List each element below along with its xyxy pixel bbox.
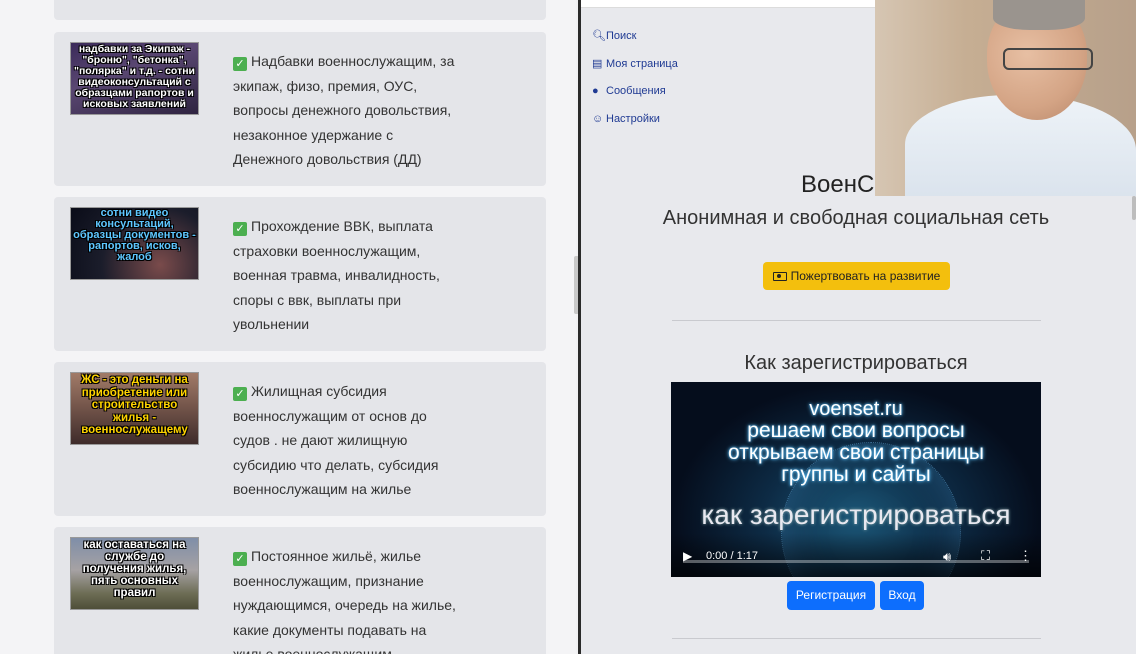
card-allowances[interactable]: надбавки за Экипаж - "броню", "бетонка",… (54, 32, 546, 186)
card-partial (54, 0, 546, 20)
video-caption: voenset.ru (809, 398, 903, 420)
nav-messages-label: Сообщения (606, 85, 666, 97)
video-player[interactable]: voenset.ru решаем свои вопросы открываем… (671, 382, 1041, 577)
money-icon (772, 272, 787, 281)
check-mark-icon: ✓ (233, 387, 247, 401)
webcam-person-glasses (1003, 48, 1093, 70)
card-housing-subsidy[interactable]: ЖС - это деньги на приобретение или стро… (54, 362, 546, 516)
webcam-overlay (875, 0, 1136, 196)
nav-my-page[interactable]: ▤ Моя страница (592, 57, 678, 70)
card-description-text: Прохождение ВВК, выплата страховки военн… (233, 218, 440, 332)
video-caption: решаем свои вопросы (747, 419, 965, 442)
card-description-text: Жилищная субсидия военнослужащим от осно… (233, 383, 439, 497)
thumbnail-text: сотни видео консультаций, образцы докуме… (73, 207, 196, 263)
donate-button[interactable]: Пожертвовать на развитие (763, 262, 950, 290)
video-caption: как зарегистрироваться (701, 499, 1011, 530)
user-cog-icon: ☺ (592, 113, 604, 125)
site-subtitle: Анонимная и свободная социальная сеть (662, 207, 1050, 229)
thumbnail-text: ЖС - это деньги на приобретение или стро… (81, 374, 188, 436)
left-pane: надбавки за Экипаж - "броню", "бетонка",… (0, 0, 576, 654)
card-description-text: Надбавки военнослужащим, за экипаж, физо… (233, 53, 455, 167)
thumbnail-text: надбавки за Экипаж - "броню", "бетонка",… (73, 43, 196, 110)
card-thumbnail[interactable]: надбавки за Экипаж - "броню", "бетонка",… (70, 42, 199, 115)
card-description: ✓ Прохождение ВВК, выплата страховки воен… (233, 214, 463, 337)
right-scrollbar-thumb[interactable] (1132, 196, 1136, 220)
thumbnail-text: как оставаться на службе до получения жи… (82, 539, 187, 599)
check-mark-icon: ✓ (233, 57, 247, 71)
card-description: ✓ Жилищная субсидия военнослужащим от осн… (233, 379, 463, 502)
video-caption: группы и сайты (781, 463, 931, 486)
card-permanent-housing[interactable]: как оставаться на службе до получения жи… (54, 527, 546, 654)
video-caption: открываем свои страницы (728, 441, 984, 464)
divider (672, 320, 1041, 321)
login-button[interactable]: Вход (880, 581, 924, 610)
site-title: ВоенС (801, 171, 875, 198)
card-description-text: Постоянное жильё, жилье военнослужащим, … (233, 548, 456, 654)
search-icon: 🔍︎ (592, 30, 606, 42)
card-thumbnail[interactable]: сотни видео консультаций, образцы докуме… (70, 207, 199, 280)
nav-settings-label: Настройки (606, 113, 660, 125)
nav-messages[interactable]: ● Сообщения (592, 85, 666, 97)
card-thumbnail[interactable]: как оставаться на службе до получения жи… (70, 537, 199, 610)
card-description: ✓ Постоянное жильё, жилье военнослужащим,… (233, 544, 463, 654)
chat-icon: ● (592, 85, 599, 97)
nav-my-page-label: Моя страница (606, 58, 678, 70)
how-to-register-title: Как зарегистрироваться (744, 352, 968, 374)
nav-search[interactable]: 🔍︎Поиск (592, 29, 636, 42)
nav-search-label: Поиск (606, 30, 637, 42)
video-controls: ▶ 0:00 / 1:17 🔊︎ ⛶ ⋮ (671, 533, 1041, 577)
divider (672, 638, 1041, 639)
check-mark-icon: ✓ (233, 222, 247, 236)
check-mark-icon: ✓ (233, 552, 247, 566)
card-vvk[interactable]: сотни видео консультаций, образцы докуме… (54, 197, 546, 351)
webcam-person-hair (993, 0, 1085, 30)
register-button[interactable]: Регистрация (787, 581, 875, 610)
donate-label: Пожертвовать на развитие (790, 269, 941, 283)
video-progress-bar[interactable] (683, 560, 1029, 563)
id-card-icon: ▤ (592, 58, 603, 70)
nav-settings[interactable]: ☺ Настройки (592, 113, 660, 125)
card-description: ✓ Надбавки военнослужащим, за экипаж, физ… (233, 49, 463, 172)
card-thumbnail[interactable]: ЖС - это деньги на приобретение или стро… (70, 372, 199, 445)
